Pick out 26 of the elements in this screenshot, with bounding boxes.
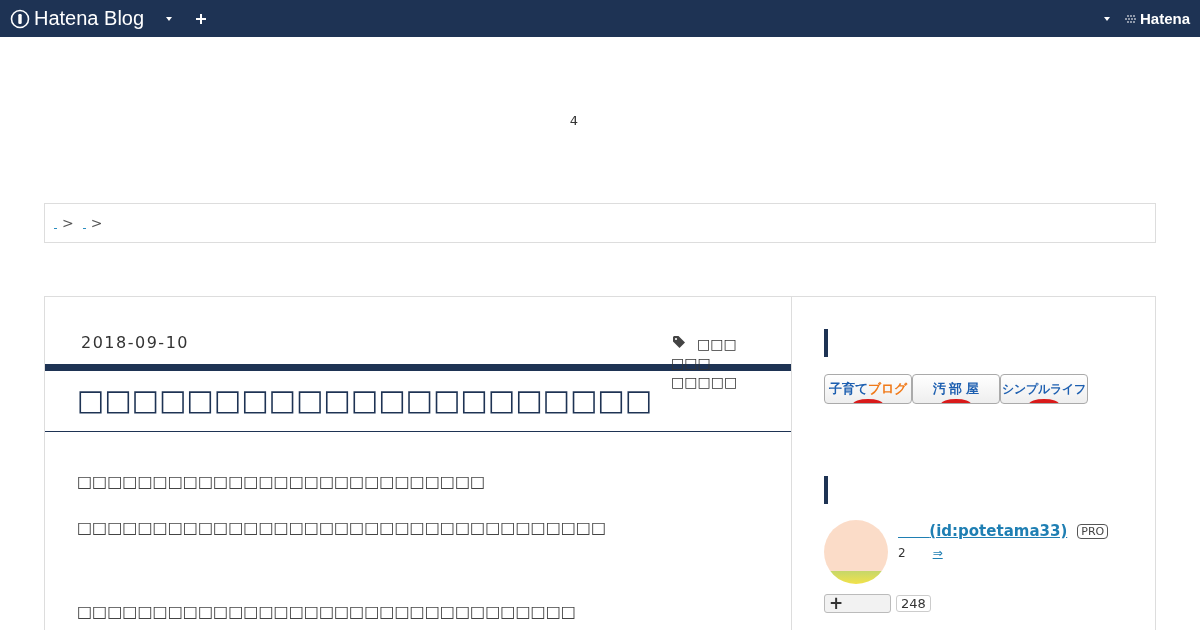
blog-logo[interactable]: Hatena Blog: [10, 7, 145, 30]
entry-date: 2018-09-10: [81, 333, 189, 354]
ranking-banner[interactable]: 汚 部 屋: [912, 374, 1000, 404]
category-link[interactable]: □□□□□: [671, 373, 755, 392]
profile-link[interactable]: (id:potetama33): [898, 522, 1068, 540]
pro-badge: PRO: [1077, 523, 1109, 539]
paragraph: □□□□□□□□□□□□□□□□□□□□□□□□□□□: [77, 472, 487, 491]
tag-icon: [673, 336, 685, 348]
ranking-banner[interactable]: 子育てブログ: [824, 374, 912, 404]
more-link[interactable]: ⇒: [932, 546, 943, 560]
hatena-logo[interactable]: Hatena: [1123, 10, 1190, 27]
ad-text: 4: [569, 112, 579, 128]
section-heading-bar: [824, 329, 828, 357]
section-heading-bar: [824, 476, 828, 504]
breadcrumb-link-icon[interactable]: [82, 225, 86, 229]
follow-button[interactable]: +: [824, 594, 891, 613]
plus-icon[interactable]: [196, 13, 207, 24]
ranking-banner[interactable]: シンプルライフ: [1000, 374, 1088, 404]
category-link[interactable]: □□□: [697, 335, 755, 354]
caret-icon[interactable]: [1103, 16, 1110, 21]
paragraph: □□□□□□□□□□□□□□□□□□□□□□□□□□□□□□□□□□□: [77, 518, 608, 537]
follower-count: 248: [896, 595, 931, 612]
paragraph: □□□□□□□□□□□□□□□□□□□□□□□□□□□□□□□□□: [77, 602, 577, 621]
caret-icon[interactable]: [166, 16, 173, 21]
breadcrumb-separator: >: [90, 215, 103, 231]
breadcrumb-separator: >: [62, 215, 74, 231]
